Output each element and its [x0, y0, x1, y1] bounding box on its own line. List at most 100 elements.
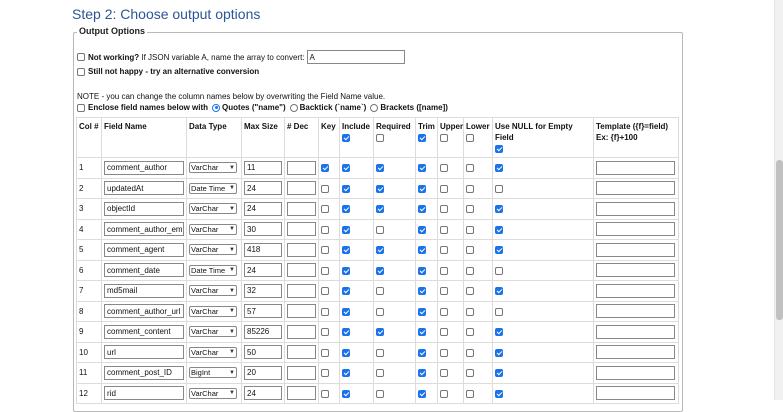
include-checkbox[interactable] [342, 369, 350, 378]
template-input[interactable] [596, 304, 675, 319]
max-size-input[interactable]: 24 [244, 263, 282, 278]
required-checkbox[interactable] [376, 287, 384, 296]
field-name-input[interactable]: comment_author_ema [104, 222, 184, 237]
key-checkbox[interactable] [321, 164, 329, 173]
include-checkbox[interactable] [342, 348, 350, 357]
include-checkbox[interactable] [342, 246, 350, 255]
dec-input[interactable] [287, 304, 316, 319]
use-null-checkbox[interactable] [495, 205, 503, 214]
field-name-input[interactable]: comment_author_url [104, 304, 184, 319]
upper-all-checkbox[interactable] [440, 133, 448, 142]
include-checkbox[interactable] [342, 205, 350, 214]
dec-input[interactable] [287, 242, 316, 257]
lower-checkbox[interactable] [466, 307, 474, 316]
upper-checkbox[interactable] [440, 369, 448, 378]
key-checkbox[interactable] [321, 184, 329, 193]
use-null-checkbox[interactable] [495, 266, 503, 275]
dec-input[interactable] [287, 283, 316, 298]
include-checkbox[interactable] [342, 287, 350, 296]
required-checkbox[interactable] [376, 348, 384, 357]
trim-checkbox[interactable] [418, 246, 426, 255]
data-type-select[interactable]: VarChar ▼ [189, 244, 237, 256]
max-size-input[interactable]: 24 [244, 181, 282, 196]
trim-checkbox[interactable] [418, 266, 426, 275]
include-checkbox[interactable] [342, 389, 350, 398]
trim-all-checkbox[interactable] [418, 133, 426, 142]
data-type-select[interactable]: VarChar ▼ [189, 346, 237, 358]
use-null-checkbox[interactable] [495, 164, 503, 173]
data-type-select[interactable]: VarChar ▼ [189, 305, 237, 317]
not-working-checkbox[interactable] [77, 53, 85, 61]
max-size-input[interactable]: 57 [244, 304, 282, 319]
dec-input[interactable] [287, 263, 316, 278]
upper-checkbox[interactable] [440, 164, 448, 173]
key-checkbox[interactable] [321, 266, 329, 275]
required-checkbox[interactable] [376, 184, 384, 193]
lower-checkbox[interactable] [466, 348, 474, 357]
field-name-input[interactable]: objectId [104, 201, 184, 216]
data-type-select[interactable]: VarChar ▼ [189, 162, 237, 174]
template-input[interactable] [596, 201, 675, 216]
radio-brackets[interactable] [370, 103, 379, 112]
radio-backtick[interactable] [289, 103, 298, 112]
include-checkbox[interactable] [342, 307, 350, 316]
data-type-select[interactable]: VarChar ▼ [189, 285, 237, 297]
upper-checkbox[interactable] [440, 307, 448, 316]
trim-checkbox[interactable] [418, 328, 426, 337]
key-checkbox[interactable] [321, 348, 329, 357]
key-checkbox[interactable] [321, 205, 329, 214]
dec-input[interactable] [287, 160, 316, 175]
key-checkbox[interactable] [321, 287, 329, 296]
lower-checkbox[interactable] [466, 205, 474, 214]
include-checkbox[interactable] [342, 184, 350, 193]
required-checkbox[interactable] [376, 369, 384, 378]
include-checkbox[interactable] [342, 328, 350, 337]
use-null-checkbox[interactable] [495, 225, 503, 234]
field-name-input[interactable]: comment_agent [104, 242, 184, 257]
upper-checkbox[interactable] [440, 205, 448, 214]
still-not-happy-checkbox[interactable] [77, 67, 85, 76]
field-name-input[interactable]: comment_content [104, 324, 184, 339]
radio-quotes[interactable] [212, 103, 221, 112]
use-null-checkbox[interactable] [495, 348, 503, 357]
max-size-input[interactable]: 418 [244, 242, 282, 257]
dec-input[interactable] [287, 324, 316, 339]
key-checkbox[interactable] [321, 246, 329, 255]
required-checkbox[interactable] [376, 205, 384, 214]
required-checkbox[interactable] [376, 164, 384, 173]
use-null-checkbox[interactable] [495, 287, 503, 296]
upper-checkbox[interactable] [440, 287, 448, 296]
max-size-input[interactable]: 50 [244, 345, 282, 360]
max-size-input[interactable]: 24 [244, 386, 282, 401]
field-name-input[interactable]: updatedAt [104, 181, 184, 196]
include-checkbox[interactable] [342, 266, 350, 275]
template-input[interactable] [596, 345, 675, 360]
dec-input[interactable] [287, 201, 316, 216]
key-checkbox[interactable] [321, 389, 329, 398]
trim-checkbox[interactable] [418, 205, 426, 214]
lower-checkbox[interactable] [466, 266, 474, 275]
template-input[interactable] [596, 222, 675, 237]
null-all-checkbox[interactable] [495, 144, 503, 153]
key-checkbox[interactable] [321, 328, 329, 337]
scrollbar-thumb[interactable] [776, 160, 783, 320]
template-input[interactable] [596, 160, 675, 175]
template-input[interactable] [596, 263, 675, 278]
key-checkbox[interactable] [321, 225, 329, 234]
max-size-input[interactable]: 20 [244, 365, 282, 380]
lower-checkbox[interactable] [466, 287, 474, 296]
trim-checkbox[interactable] [418, 369, 426, 378]
field-name-input[interactable]: rid [104, 386, 184, 401]
dec-input[interactable] [287, 222, 316, 237]
upper-checkbox[interactable] [440, 266, 448, 275]
template-input[interactable] [596, 365, 675, 380]
trim-checkbox[interactable] [418, 287, 426, 296]
lower-all-checkbox[interactable] [466, 133, 474, 142]
dec-input[interactable] [287, 386, 316, 401]
trim-checkbox[interactable] [418, 225, 426, 234]
trim-checkbox[interactable] [418, 184, 426, 193]
max-size-input[interactable]: 11 [244, 160, 282, 175]
field-name-input[interactable]: comment_date [104, 263, 184, 278]
max-size-input[interactable]: 30 [244, 222, 282, 237]
required-checkbox[interactable] [376, 307, 384, 316]
